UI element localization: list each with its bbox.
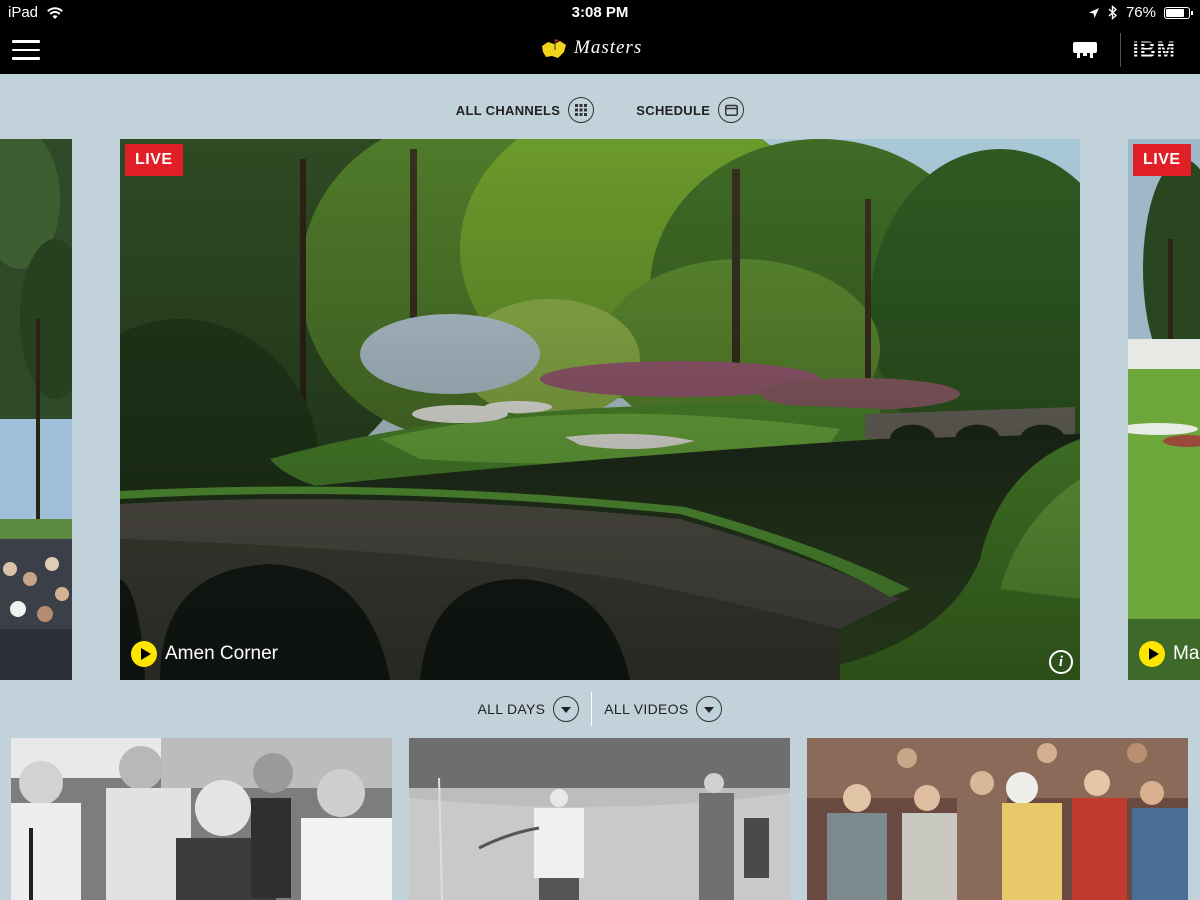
- previous-channel-thumbnail: [0, 139, 72, 680]
- vintage-golf-gallery: [409, 738, 790, 900]
- chevron-down-icon: [696, 696, 723, 722]
- all-channels-label: ALL CHANNELS: [455, 102, 561, 118]
- previous-channel-card[interactable]: [0, 139, 72, 680]
- video-thumbnail-2[interactable]: [409, 738, 790, 900]
- sponsor-logo: IBM: [1132, 37, 1176, 62]
- video-thumbnail-1[interactable]: [11, 738, 392, 900]
- cast-icon[interactable]: [1072, 40, 1098, 60]
- bluetooth-icon: [1108, 5, 1118, 20]
- next-channel-thumbnail: [1128, 139, 1200, 680]
- channel-card-amen-corner[interactable]: LIVE Amen Corner i: [120, 139, 1080, 680]
- app-title: Masters: [574, 37, 643, 58]
- next-channel-name: Ma: [1173, 643, 1200, 664]
- video-thumbnail-3[interactable]: [807, 738, 1188, 900]
- masters-logo[interactable]: Masters: [540, 36, 642, 60]
- amen-corner-thumbnail: [120, 139, 1080, 680]
- app-header: Masters IBM: [0, 26, 1200, 74]
- all-videos-label: ALL VIDEOS: [604, 701, 689, 717]
- all-channels-button[interactable]: ALL CHANNELS: [455, 96, 595, 124]
- all-days-label: ALL DAYS: [477, 701, 546, 717]
- status-bar: iPad 3:08 PM 76%: [0, 0, 1200, 26]
- play-icon[interactable]: [131, 641, 157, 667]
- next-channel-card[interactable]: LIVE Ma: [1128, 139, 1200, 680]
- all-videos-dropdown[interactable]: ALL VIDEOS: [592, 696, 734, 722]
- play-icon-next[interactable]: [1139, 641, 1165, 667]
- chevron-down-icon: [553, 696, 580, 722]
- next-channel-title[interactable]: Ma: [1139, 641, 1199, 667]
- battery-icon: [1164, 6, 1193, 19]
- schedule-label: SCHEDULE: [636, 102, 711, 118]
- channel-name: Amen Corner: [165, 643, 278, 664]
- channel-nav: ALL CHANNELS SCHEDULE: [0, 96, 1200, 124]
- menu-icon[interactable]: [12, 40, 40, 60]
- live-badge-next: LIVE: [1133, 144, 1191, 176]
- header-divider: [1119, 33, 1121, 67]
- video-filters: ALL DAYS ALL VIDEOS: [0, 692, 1200, 726]
- grid-icon: [568, 97, 595, 123]
- clock: 3:08 PM: [571, 4, 629, 21]
- all-days-dropdown[interactable]: ALL DAYS: [466, 696, 592, 722]
- info-icon[interactable]: i: [1049, 650, 1073, 674]
- channel-title[interactable]: Amen Corner: [131, 641, 278, 667]
- vintage-photo-group: [11, 738, 392, 900]
- location-icon: [1088, 7, 1099, 18]
- masters-map-logo-icon: [542, 39, 566, 58]
- calendar-icon: [718, 97, 745, 123]
- battery-percentage: 76%: [1125, 4, 1156, 21]
- vintage-color-crowd: [807, 738, 1188, 900]
- live-badge: LIVE: [125, 144, 183, 176]
- schedule-button[interactable]: SCHEDULE: [636, 96, 745, 124]
